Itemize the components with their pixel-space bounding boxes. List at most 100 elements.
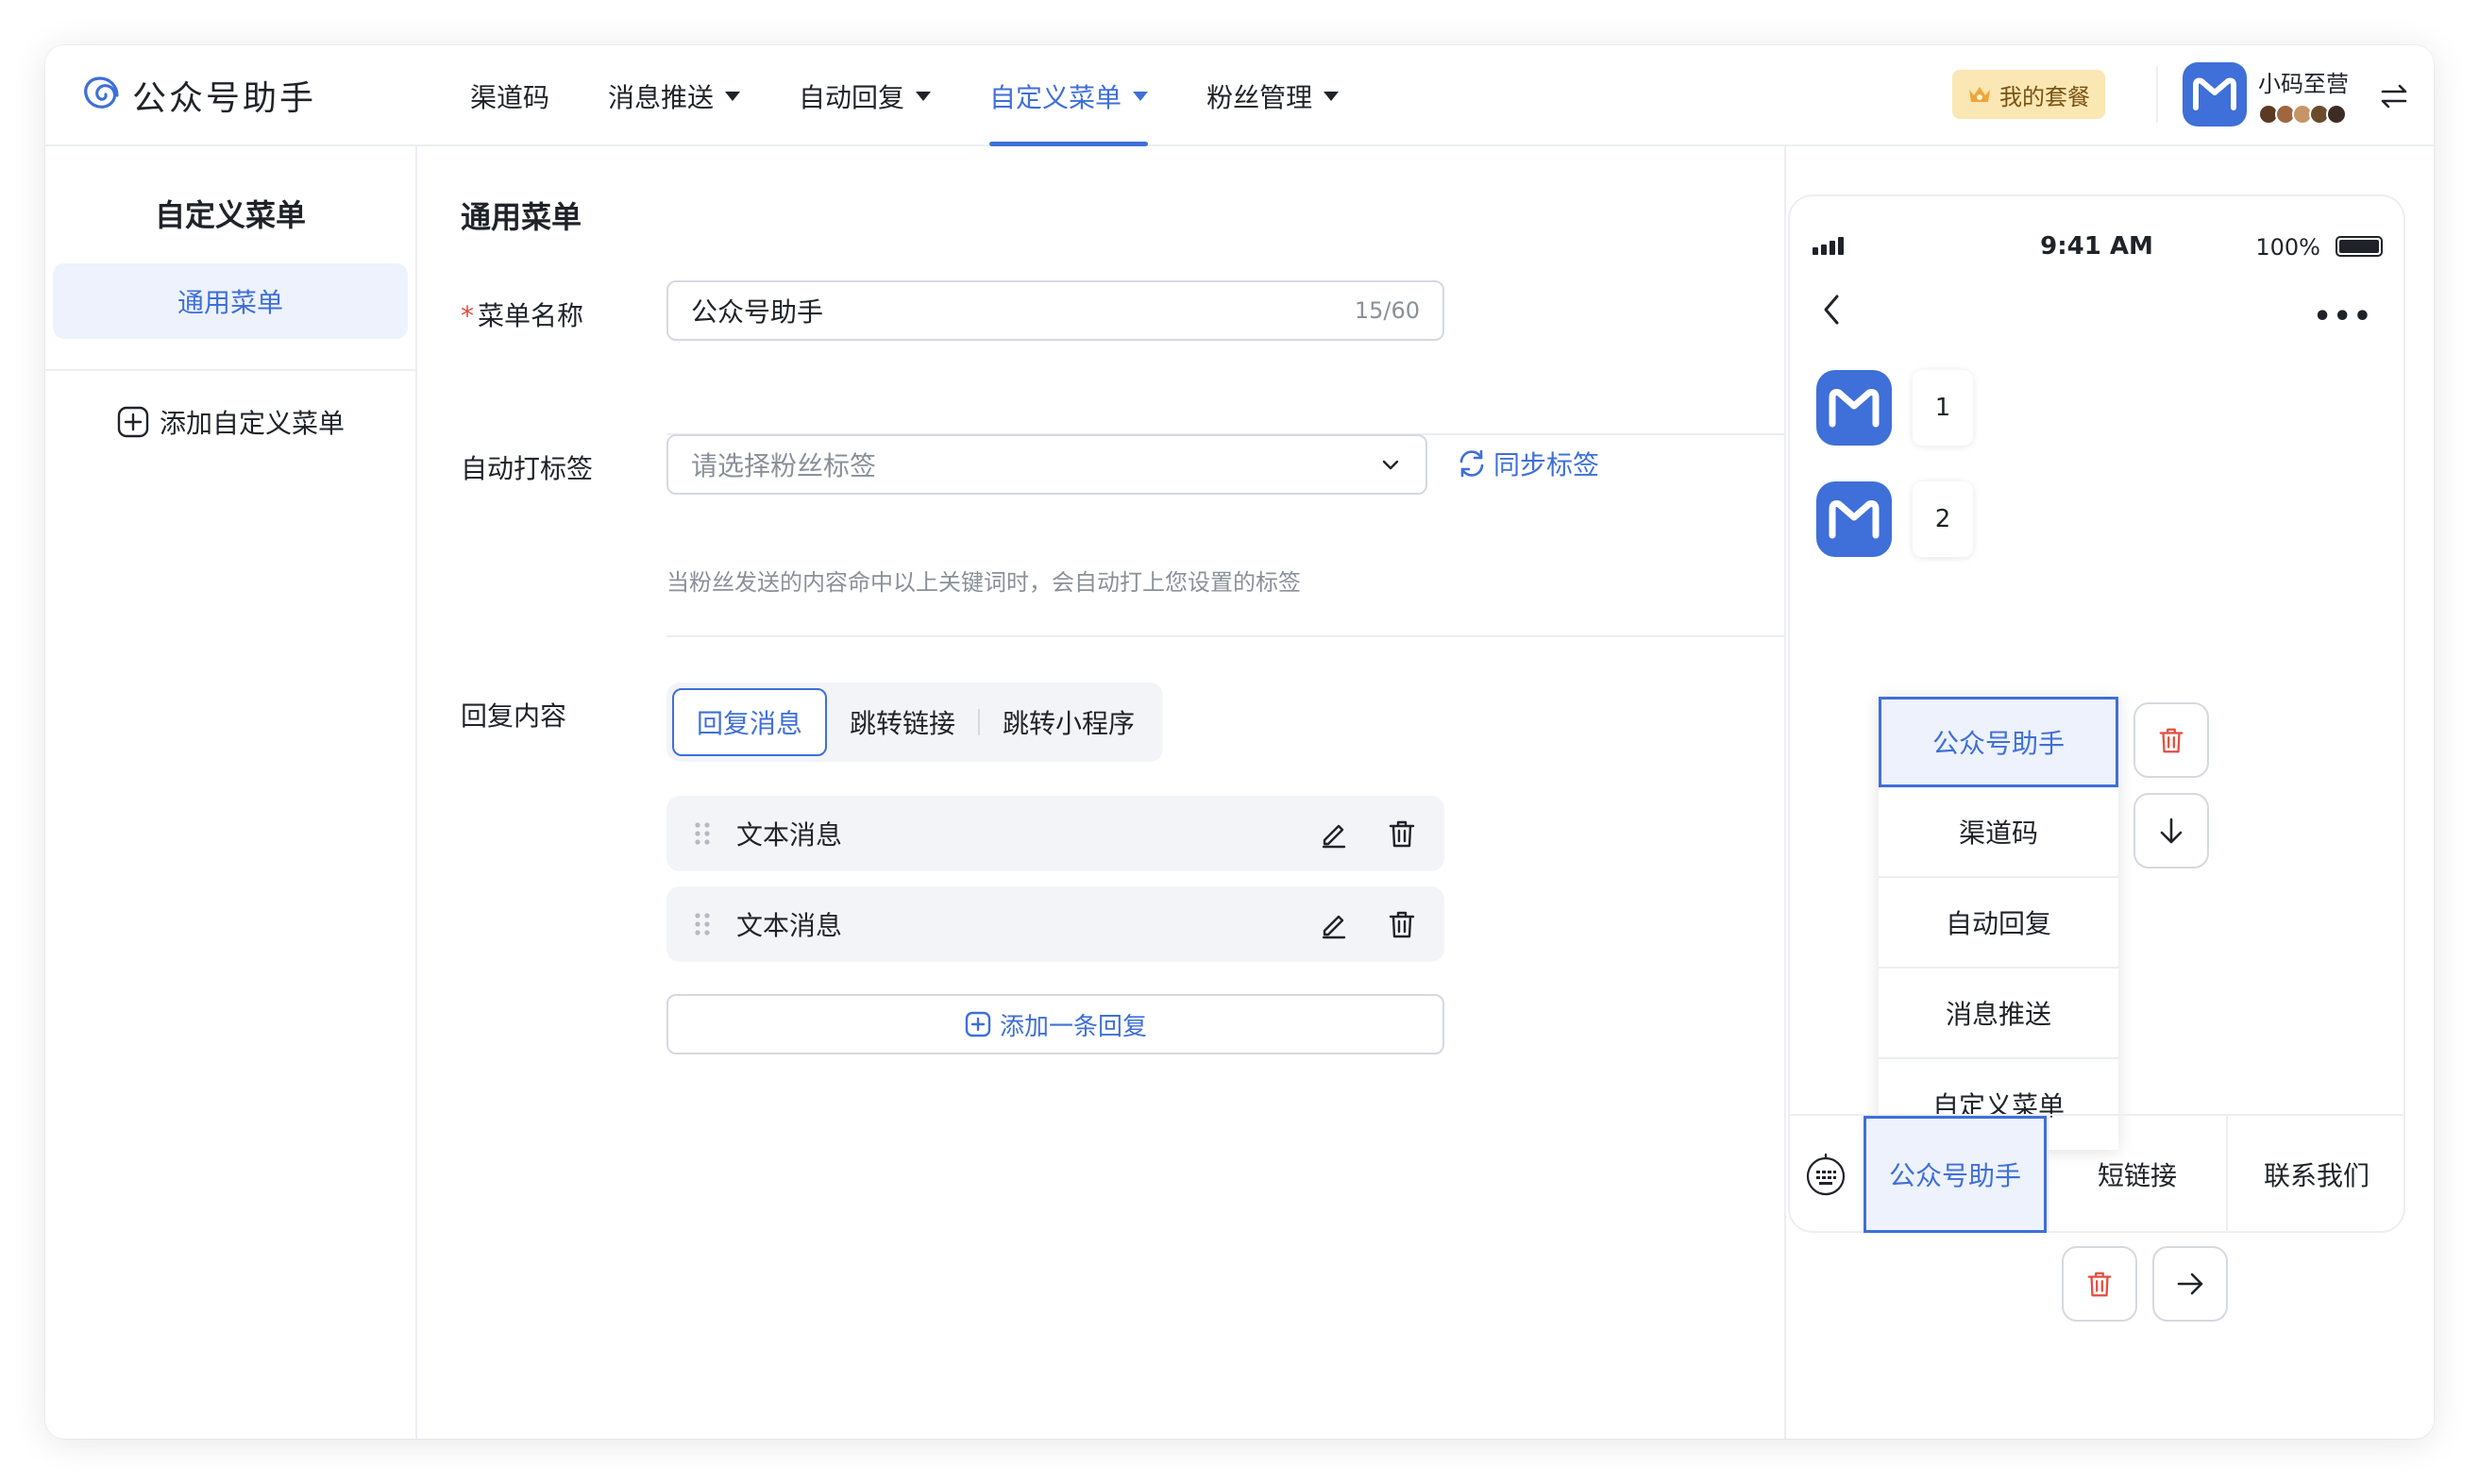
add-custom-menu-button[interactable]: 添加自定义菜单 <box>45 403 415 441</box>
move-down-button[interactable] <box>2133 793 2209 868</box>
submenu-popup: 公众号助手 渠道码 自动回复 消息推送 自定义菜单 <box>1879 697 2118 1150</box>
divider <box>666 635 1784 637</box>
nav-item-channel-code[interactable]: 渠道码 <box>453 45 566 146</box>
plan-label: 我的套餐 <box>1999 83 2090 110</box>
sidebar-item-label: 通用菜单 <box>177 287 283 318</box>
drag-handle-icon[interactable] <box>693 911 712 937</box>
fan-tag-select[interactable]: 请选择粉丝标签 <box>666 434 1427 495</box>
message-bubble: 2 <box>1913 481 1973 557</box>
nav-item-fan-management[interactable]: 粉丝管理 <box>1189 45 1356 146</box>
plus-square-icon <box>117 406 149 438</box>
refresh-icon <box>1459 449 1484 478</box>
m-logo-icon <box>1829 389 1880 428</box>
m-logo-icon <box>2193 77 2236 110</box>
tab-jump-miniprogram[interactable]: 跳转小程序 <box>980 688 1157 756</box>
user-name: 小码至营 <box>2258 70 2349 97</box>
user-avatar-group <box>2258 103 2349 125</box>
account-avatar <box>1816 370 1892 446</box>
add-reply-label: 添加一条回复 <box>999 1012 1147 1041</box>
app-window: 公众号助手 渠道码 消息推送 自动回复 自定义菜单 粉丝管理 我的套餐 小码至营… <box>45 45 2434 1439</box>
plus-square-icon <box>965 1011 991 1037</box>
fan-tag-placeholder: 请选择粉丝标签 <box>691 450 877 481</box>
auto-tag-hint: 当粉丝发送的内容命中以上关键词时，会自动打上您设置的标签 <box>666 569 1301 596</box>
mini-avatar <box>2326 103 2347 125</box>
phone-status-bar: 9:41 AM 100% <box>1788 230 2405 262</box>
nav-label: 粉丝管理 <box>1206 81 1313 113</box>
user-account[interactable]: 小码至营 <box>2160 62 2349 126</box>
phone-tab[interactable]: 联系我们 <box>2226 1116 2405 1233</box>
keyboard-toggle[interactable] <box>1788 1116 1863 1233</box>
submenu-item[interactable]: 消息推送 <box>1879 969 2118 1059</box>
chat-message: 2 <box>1816 481 1973 557</box>
reply-item-label: 文本消息 <box>736 819 843 851</box>
reply-content-label: 回复内容 <box>461 700 567 732</box>
trash-icon <box>2087 1272 2112 1297</box>
auto-tag-label: 自动打标签 <box>461 453 594 484</box>
submenu-item[interactable]: 自动回复 <box>1879 878 2118 969</box>
phone-tab[interactable]: 短链接 <box>2047 1116 2226 1233</box>
caret-down-icon <box>725 91 741 101</box>
menu-name-label: * 菜单名称 <box>461 295 583 333</box>
tab-reply-message[interactable]: 回复消息 <box>672 688 828 756</box>
nav-item-message-push[interactable]: 消息推送 <box>591 45 757 146</box>
back-arrow-icon[interactable] <box>1818 291 1845 329</box>
battery-icon <box>2336 236 2383 257</box>
divider <box>45 369 415 371</box>
tab-label: 跳转链接 <box>850 708 956 739</box>
nav-label: 渠道码 <box>470 81 550 113</box>
more-icon[interactable]: ••• <box>2313 300 2373 333</box>
char-count: 15/60 <box>1354 297 1420 324</box>
trash-icon[interactable] <box>1386 908 1418 940</box>
trash-icon[interactable] <box>1386 818 1418 850</box>
brand[interactable]: 公众号助手 <box>79 72 316 119</box>
tab-label: 回复消息 <box>697 708 803 739</box>
reply-item[interactable]: 文本消息 <box>666 796 1444 871</box>
phone-preview: 9:41 AM 100% ••• 1 2 公众号助手 渠道码 自动回复 消息推送… <box>1788 194 2405 1233</box>
arrow-down-icon <box>2160 818 2183 844</box>
submenu-item[interactable]: 渠道码 <box>1879 787 2118 878</box>
m-logo-icon <box>1829 500 1880 539</box>
drag-handle-icon[interactable] <box>693 820 712 847</box>
reply-type-tabs: 回复消息 跳转链接 跳转小程序 <box>666 683 1164 762</box>
nav-label: 消息推送 <box>608 81 715 113</box>
nav-label: 自动回复 <box>799 81 905 113</box>
edit-icon[interactable] <box>1318 818 1350 850</box>
sidebar-title: 自定义菜单 <box>154 197 306 233</box>
sidebar: 自定义菜单 通用菜单 添加自定义菜单 <box>45 146 417 1439</box>
menu-name-label-text: 菜单名称 <box>478 300 584 331</box>
nav-item-auto-reply[interactable]: 自动回复 <box>782 45 948 146</box>
keyboard-icon <box>1806 1153 1846 1196</box>
add-reply-button[interactable]: 添加一条回复 <box>666 994 1444 1054</box>
crown-icon <box>1969 87 1990 102</box>
trash-icon <box>2159 728 2184 753</box>
caret-down-icon <box>1324 91 1340 101</box>
top-navbar: 公众号助手 渠道码 消息推送 自动回复 自定义菜单 粉丝管理 我的套餐 小码至营 <box>45 45 2434 146</box>
menu-name-input[interactable]: 公众号助手 15/60 <box>666 280 1444 341</box>
my-plan-button[interactable]: 我的套餐 <box>1952 70 2105 119</box>
brand-name: 公众号助手 <box>132 79 317 118</box>
add-custom-menu-label: 添加自定义菜单 <box>159 408 345 439</box>
arrow-right-icon <box>2177 1273 2203 1295</box>
sidebar-item-general-menu[interactable]: 通用菜单 <box>53 263 408 339</box>
required-mark: * <box>461 300 474 331</box>
delete-menu-button[interactable] <box>2062 1246 2137 1322</box>
caret-down-icon <box>916 91 932 101</box>
account-avatar <box>1816 481 1892 557</box>
reply-item[interactable]: 文本消息 <box>666 886 1444 962</box>
submenu-item[interactable]: 公众号助手 <box>1879 697 2118 787</box>
tab-label: 跳转小程序 <box>1003 708 1136 739</box>
message-bubble: 1 <box>1913 370 1973 446</box>
phone-tab[interactable]: 公众号助手 <box>1863 1116 2047 1233</box>
reply-item-label: 文本消息 <box>736 910 843 941</box>
move-right-button[interactable] <box>2152 1246 2228 1322</box>
delete-submenu-button[interactable] <box>2133 702 2209 778</box>
nav-item-custom-menu[interactable]: 自定义菜单 <box>972 45 1165 146</box>
switch-account-icon[interactable] <box>2377 79 2411 113</box>
phone-menu-bar: 公众号助手 短链接 联系我们 <box>1788 1114 2405 1233</box>
sync-tags-label: 同步标签 <box>1493 449 1600 481</box>
nav-label: 自定义菜单 <box>989 81 1122 113</box>
main-nav: 渠道码 消息推送 自动回复 自定义菜单 粉丝管理 <box>453 45 1380 146</box>
edit-icon[interactable] <box>1318 908 1350 940</box>
tab-jump-link[interactable]: 跳转链接 <box>827 688 978 756</box>
sync-tags-button[interactable]: 同步标签 <box>1456 445 1599 482</box>
